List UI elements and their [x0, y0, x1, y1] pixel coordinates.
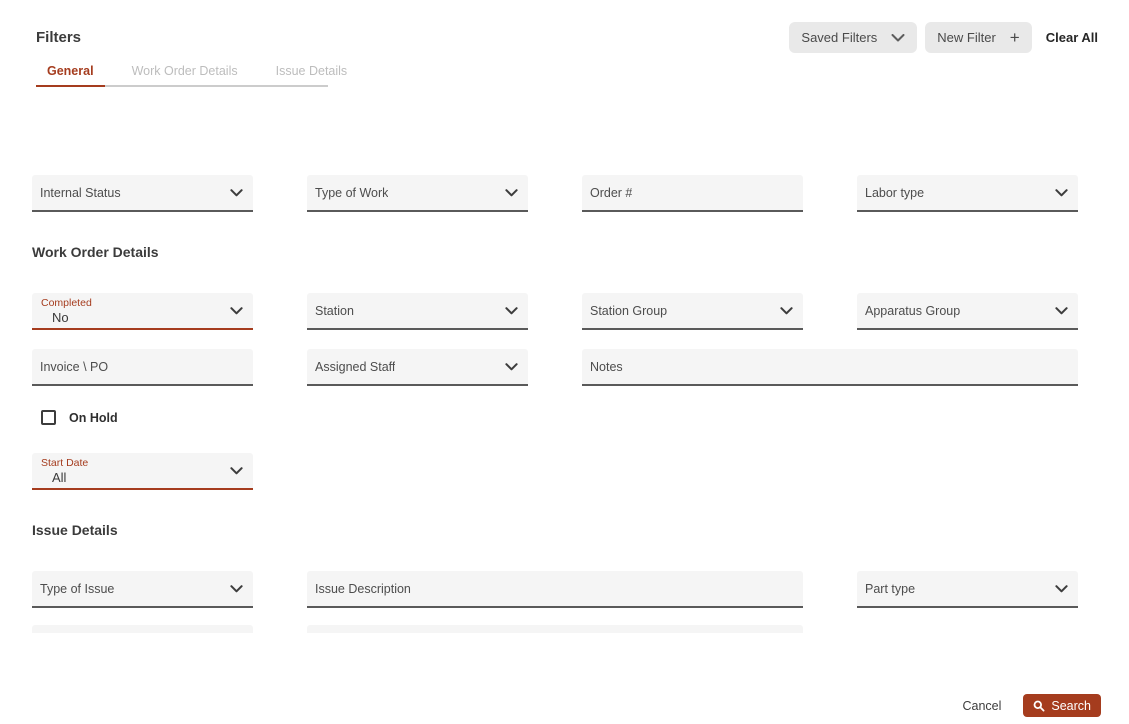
cancel-button[interactable]: Cancel [962, 699, 1001, 713]
tab-bar: General Work Order Details Issue Details [36, 61, 347, 87]
chevron-down-icon [505, 188, 518, 197]
completed-label: Completed [41, 297, 92, 309]
assigned-staff-select[interactable]: Assigned Staff [307, 349, 528, 386]
search-label: Search [1051, 698, 1091, 713]
work-order-filter-row-1: Completed No Station Station Group Appar… [32, 293, 1078, 330]
type-of-issue-label: Type of Issue [40, 581, 115, 596]
type-of-work-select[interactable]: Type of Work [307, 175, 528, 212]
top-actions: Saved Filters New Filter + Clear All [789, 22, 1098, 53]
station-group-select[interactable]: Station Group [582, 293, 803, 330]
footer-actions: Cancel Search [962, 694, 1101, 717]
tab-work-order-details[interactable]: Work Order Details [121, 61, 249, 85]
type-of-issue-select[interactable]: Type of Issue [32, 571, 253, 608]
invoice-po-placeholder: Invoice \ PO [40, 359, 109, 374]
issue-description-input[interactable]: Issue Description [307, 571, 803, 608]
labor-type-label: Labor type [865, 185, 925, 200]
order-number-placeholder: Order # [590, 185, 633, 200]
on-hold-label: On Hold [69, 410, 118, 425]
on-hold-checkbox[interactable] [41, 410, 56, 425]
saved-filters-button[interactable]: Saved Filters [789, 22, 918, 53]
page-title: Filters [36, 29, 82, 46]
chevron-down-icon [230, 188, 243, 197]
chevron-down-icon [891, 33, 905, 42]
station-group-label: Station Group [590, 303, 668, 318]
chevron-down-icon [1055, 188, 1068, 197]
labor-type-select[interactable]: Labor type [857, 175, 1078, 212]
chevron-down-icon [1055, 584, 1068, 593]
tab-issue-details[interactable]: Issue Details [265, 61, 359, 85]
work-order-filter-row-3: Start Date All [32, 453, 1078, 490]
section-work-order-details: Work Order Details [32, 244, 159, 260]
tab-general[interactable]: General [36, 61, 105, 87]
chevron-down-icon [230, 466, 243, 475]
start-date-select[interactable]: Start Date All [32, 453, 253, 490]
part-type-label: Part type [865, 581, 916, 596]
section-issue-details: Issue Details [32, 522, 118, 538]
assigned-staff-label: Assigned Staff [315, 359, 396, 374]
general-filter-row: Internal Status Type of Work Order # Lab… [32, 175, 1078, 212]
start-date-value: All [52, 470, 67, 485]
chevron-down-icon [230, 584, 243, 593]
issue-description-placeholder: Issue Description [315, 581, 411, 596]
saved-filters-label: Saved Filters [801, 30, 878, 45]
station-select[interactable]: Station [307, 293, 528, 330]
clear-all-button[interactable]: Clear All [1046, 30, 1098, 45]
notes-placeholder: Notes [590, 359, 623, 374]
invoice-po-input[interactable]: Invoice \ PO [32, 349, 253, 386]
internal-status-select[interactable]: Internal Status [32, 175, 253, 212]
completed-value: No [52, 310, 69, 325]
apparatus-group-label: Apparatus Group [865, 303, 961, 318]
plus-icon: + [1009, 28, 1020, 47]
new-filter-label: New Filter [937, 30, 996, 45]
search-button[interactable]: Search [1023, 694, 1101, 717]
order-number-input[interactable]: Order # [582, 175, 803, 212]
work-order-filter-row-2: Invoice \ PO Assigned Staff Notes [32, 349, 1078, 386]
notes-input[interactable]: Notes [582, 349, 1078, 386]
filters-panel: Filters Saved Filters New Filter + Clear… [0, 0, 1129, 724]
chevron-down-icon [505, 306, 518, 315]
chevron-down-icon [780, 306, 793, 315]
search-icon [1033, 700, 1045, 712]
cutoff-field[interactable] [307, 625, 803, 633]
station-label: Station [315, 303, 354, 318]
issue-filter-row-cutoff [32, 625, 1078, 633]
part-type-select[interactable]: Part type [857, 571, 1078, 608]
new-filter-button[interactable]: New Filter + [925, 22, 1032, 53]
internal-status-label: Internal Status [40, 185, 121, 200]
chevron-down-icon [230, 306, 243, 315]
cutoff-field[interactable] [32, 625, 253, 633]
chevron-down-icon [505, 362, 518, 371]
start-date-label: Start Date [41, 457, 89, 469]
completed-select[interactable]: Completed No [32, 293, 253, 330]
chevron-down-icon [1055, 306, 1068, 315]
issue-filter-row: Type of Issue Issue Description Part typ… [32, 571, 1078, 608]
on-hold-control[interactable]: On Hold [41, 410, 118, 425]
type-of-work-label: Type of Work [315, 185, 389, 200]
apparatus-group-select[interactable]: Apparatus Group [857, 293, 1078, 330]
